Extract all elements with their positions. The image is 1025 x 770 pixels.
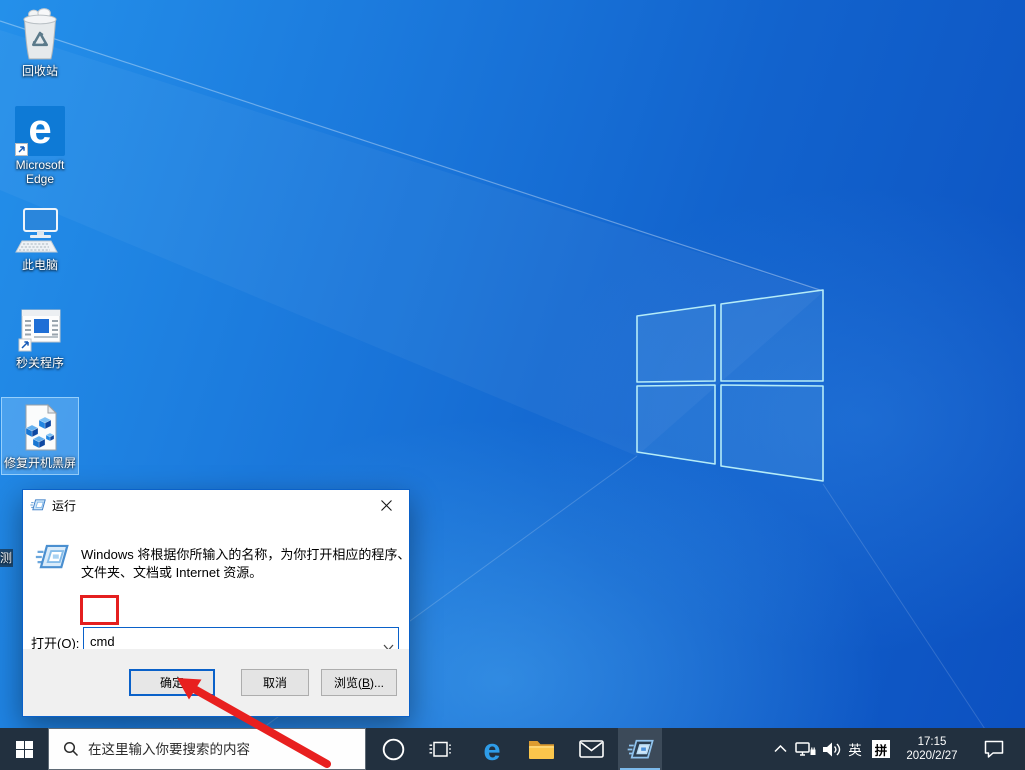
recycle-bin-icon: [2, 4, 78, 62]
desktop-icon-recycle-bin[interactable]: 回收站: [2, 4, 78, 78]
taskbar-file-explorer-button[interactable]: [519, 728, 563, 770]
taskbar: e: [0, 728, 1025, 770]
clock-date: 2020/2/27: [906, 750, 958, 762]
desktop-icon-label: 回收站: [21, 64, 58, 78]
file-explorer-icon: [528, 740, 554, 759]
mail-icon: [578, 740, 604, 758]
edge-icon: e: [2, 102, 78, 156]
tray-clock[interactable]: 17:15 2020/2/27: [896, 728, 968, 770]
run-dialog-titlebar[interactable]: 运行: [23, 490, 409, 520]
run-dialog-title: 运行: [52, 498, 77, 513]
run-dialog-icon: [30, 498, 46, 512]
network-ethernet-icon: [795, 741, 816, 756]
taskbar-edge-button[interactable]: e: [470, 728, 514, 770]
desktop-icon-fix-black-screen[interactable]: 修复开机黑屏: [1, 397, 79, 475]
desktop-icon-this-pc[interactable]: 此电脑: [2, 204, 78, 272]
registry-file-icon: [2, 400, 78, 454]
app-window-icon: [2, 304, 78, 354]
tray-show-hidden-icons-button[interactable]: [768, 728, 792, 770]
windows-start-icon: [15, 740, 33, 758]
tray-ime-indicator[interactable]: 拼: [869, 728, 893, 770]
cancel-button[interactable]: 取消: [241, 669, 309, 696]
taskbar-mail-button[interactable]: [569, 728, 613, 770]
search-icon: [63, 741, 79, 757]
desktop-icon-label: Microsoft Edge: [15, 158, 65, 186]
task-view-button[interactable]: [418, 728, 462, 770]
taskbar-run-button-active[interactable]: [618, 728, 662, 770]
clock-time: 17:15: [917, 736, 947, 748]
speaker-icon: [823, 742, 841, 756]
desktop-icon-partially-hidden[interactable]: 测: [0, 549, 13, 567]
chevron-up-icon: [773, 745, 787, 753]
windows-desktop: 回收站 e Microsoft Edge 此电脑 秒关程序 修复开机黑屏 测 运…: [0, 0, 1025, 770]
run-dialog-description-line2: 文件夹、文档或 Internet 资源。: [81, 565, 263, 580]
run-icon: [627, 739, 654, 758]
ime-icon: 拼: [872, 740, 890, 758]
run-dialog-description-line1: Windows 将根据你所输入的名称，为你打开相应的程序、: [81, 547, 411, 562]
tray-network-button[interactable]: [793, 728, 818, 770]
run-glyph-icon: [35, 542, 69, 577]
desktop-icon-label: 修复开机黑屏: [3, 456, 76, 470]
task-view-icon: [429, 741, 451, 757]
taskbar-search-box[interactable]: [48, 728, 366, 770]
desktop-icon-miaoguan-app[interactable]: 秒关程序: [2, 304, 78, 370]
close-icon[interactable]: [364, 490, 409, 520]
ok-button[interactable]: 确定: [129, 669, 215, 696]
shortcut-arrow-icon: [15, 143, 28, 156]
browse-button[interactable]: 浏览(B)...: [321, 669, 397, 696]
tray-language-indicator[interactable]: 英: [845, 728, 865, 770]
action-center-icon: [984, 740, 1004, 758]
tray-volume-button[interactable]: [819, 728, 845, 770]
desktop-icon-label: 测: [0, 551, 13, 565]
cortana-circle-icon: [382, 738, 404, 760]
run-dialog-body: Windows 将根据你所输入的名称，为你打开相应的程序、 文件夹、文档或 In…: [23, 520, 411, 655]
run-dialog-window: 运行 Windows 将根据你所输入的名称，为你打开相应的程序、 文件夹、文档或…: [22, 489, 410, 717]
this-pc-icon: [2, 204, 78, 256]
edge-icon: e: [483, 731, 501, 767]
cortana-button[interactable]: [371, 728, 415, 770]
action-center-button[interactable]: [976, 728, 1012, 770]
desktop-icon-microsoft-edge[interactable]: e Microsoft Edge: [2, 102, 78, 186]
start-button[interactable]: [2, 728, 46, 770]
desktop-icon-label: 此电脑: [21, 258, 58, 272]
desktop-icon-label: 秒关程序: [15, 356, 64, 370]
search-input[interactable]: [88, 741, 338, 757]
